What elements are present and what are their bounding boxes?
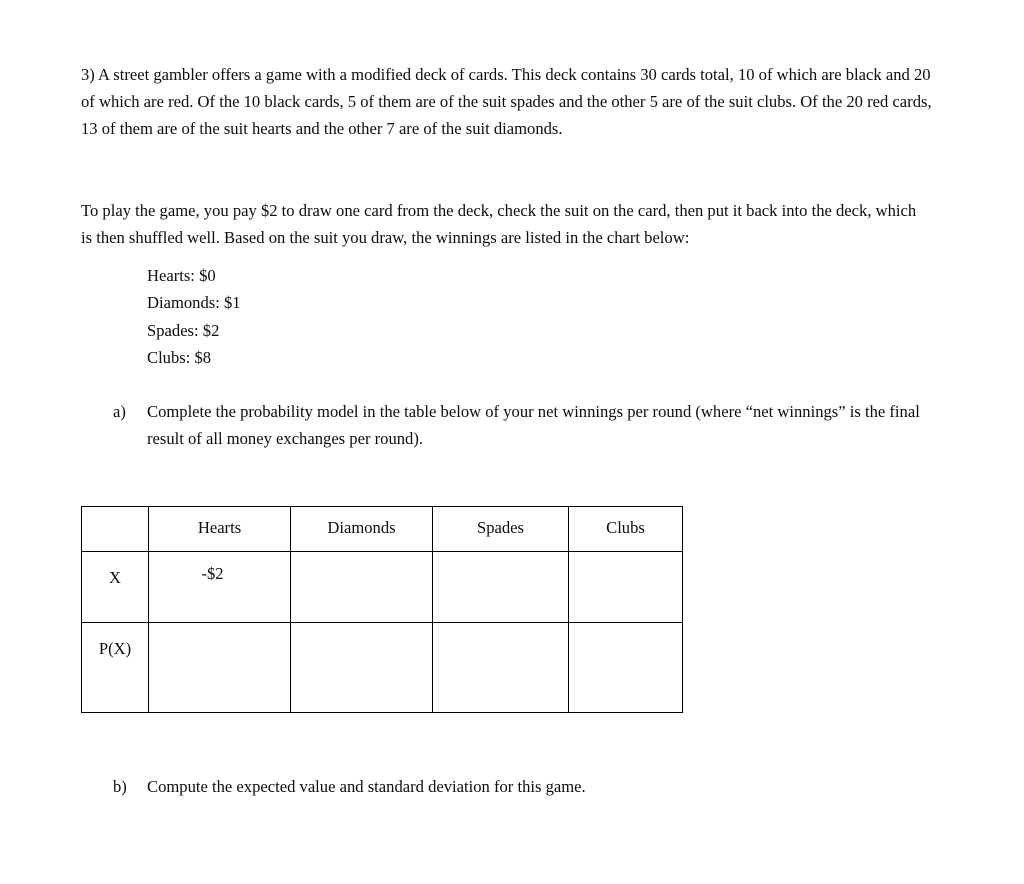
cell-px-diamonds[interactable] [290,622,433,713]
cell-px-spades-value [433,623,568,637]
cell-px-clubs[interactable] [568,622,683,713]
part-b-marker: b) [113,777,127,796]
table-row-x-label-cell: X [81,551,149,623]
table-header-clubs-label: Clubs [606,518,645,537]
table-header-hearts: Hearts [148,506,291,552]
table-header-spades: Spades [432,506,569,552]
question-part-a: a) Complete the probability model in the… [113,398,935,453]
table-header-row: Hearts Diamonds Spades Clubs [81,506,683,552]
table-corner-label [82,507,148,525]
cell-x-hearts[interactable]: -$2 [148,551,291,623]
table-header-clubs: Clubs [568,506,683,552]
cell-x-diamonds[interactable] [290,551,433,623]
table-header-hearts-label: Hearts [197,518,242,537]
table-header-spades-label: Spades [476,518,524,537]
cell-x-clubs[interactable] [568,551,683,623]
document-page: 3) A street gambler offers a game with a… [0,0,1024,884]
gameplay-paragraph: To play the game, you pay $2 to draw one… [81,200,917,247]
table-header-diamonds: Diamonds [290,506,433,552]
cell-x-spades[interactable] [432,551,569,623]
part-a-marker: a) [113,402,126,421]
cell-px-spades[interactable] [432,622,569,713]
intro-paragraph: 3) A street gambler offers a game with a… [81,64,932,139]
question-part-b: b) Compute the expected value and standa… [113,773,813,800]
table-corner-cell [81,506,149,552]
winnings-item-spades: Spades: $2 [147,320,220,340]
part-a-text: Complete the probability model in the ta… [147,402,920,449]
cell-x-spades-value [433,552,568,566]
cell-px-hearts[interactable] [148,622,291,713]
table-row-px: P(X) [81,622,683,713]
probability-model-table: Hearts Diamonds Spades Clubs X -$2 P(X) [81,506,683,713]
table-header-diamonds-label: Diamonds [327,518,396,537]
winnings-item-hearts: Hearts: $0 [147,266,216,285]
cell-px-diamonds-value [291,623,432,637]
table-row-px-label: P(X) [98,639,132,658]
winnings-item-diamonds: Diamonds: $1 [147,293,241,313]
table-row-x-label: X [109,568,121,587]
cell-x-hearts-value: -$2 [201,564,224,583]
winnings-item-clubs: Clubs: $8 [147,348,212,368]
cell-x-diamonds-value [291,552,432,566]
table-row-x: X -$2 [81,551,683,623]
cell-px-hearts-value [149,623,290,637]
winnings-list: Hearts: $0 Diamonds: $1 Spades: $2 Clubs… [147,262,241,372]
part-b-text: Compute the expected value and standard … [147,777,586,796]
table-row-px-label-cell: P(X) [81,622,149,713]
cell-px-clubs-value [569,623,682,637]
cell-x-clubs-value [569,552,682,566]
